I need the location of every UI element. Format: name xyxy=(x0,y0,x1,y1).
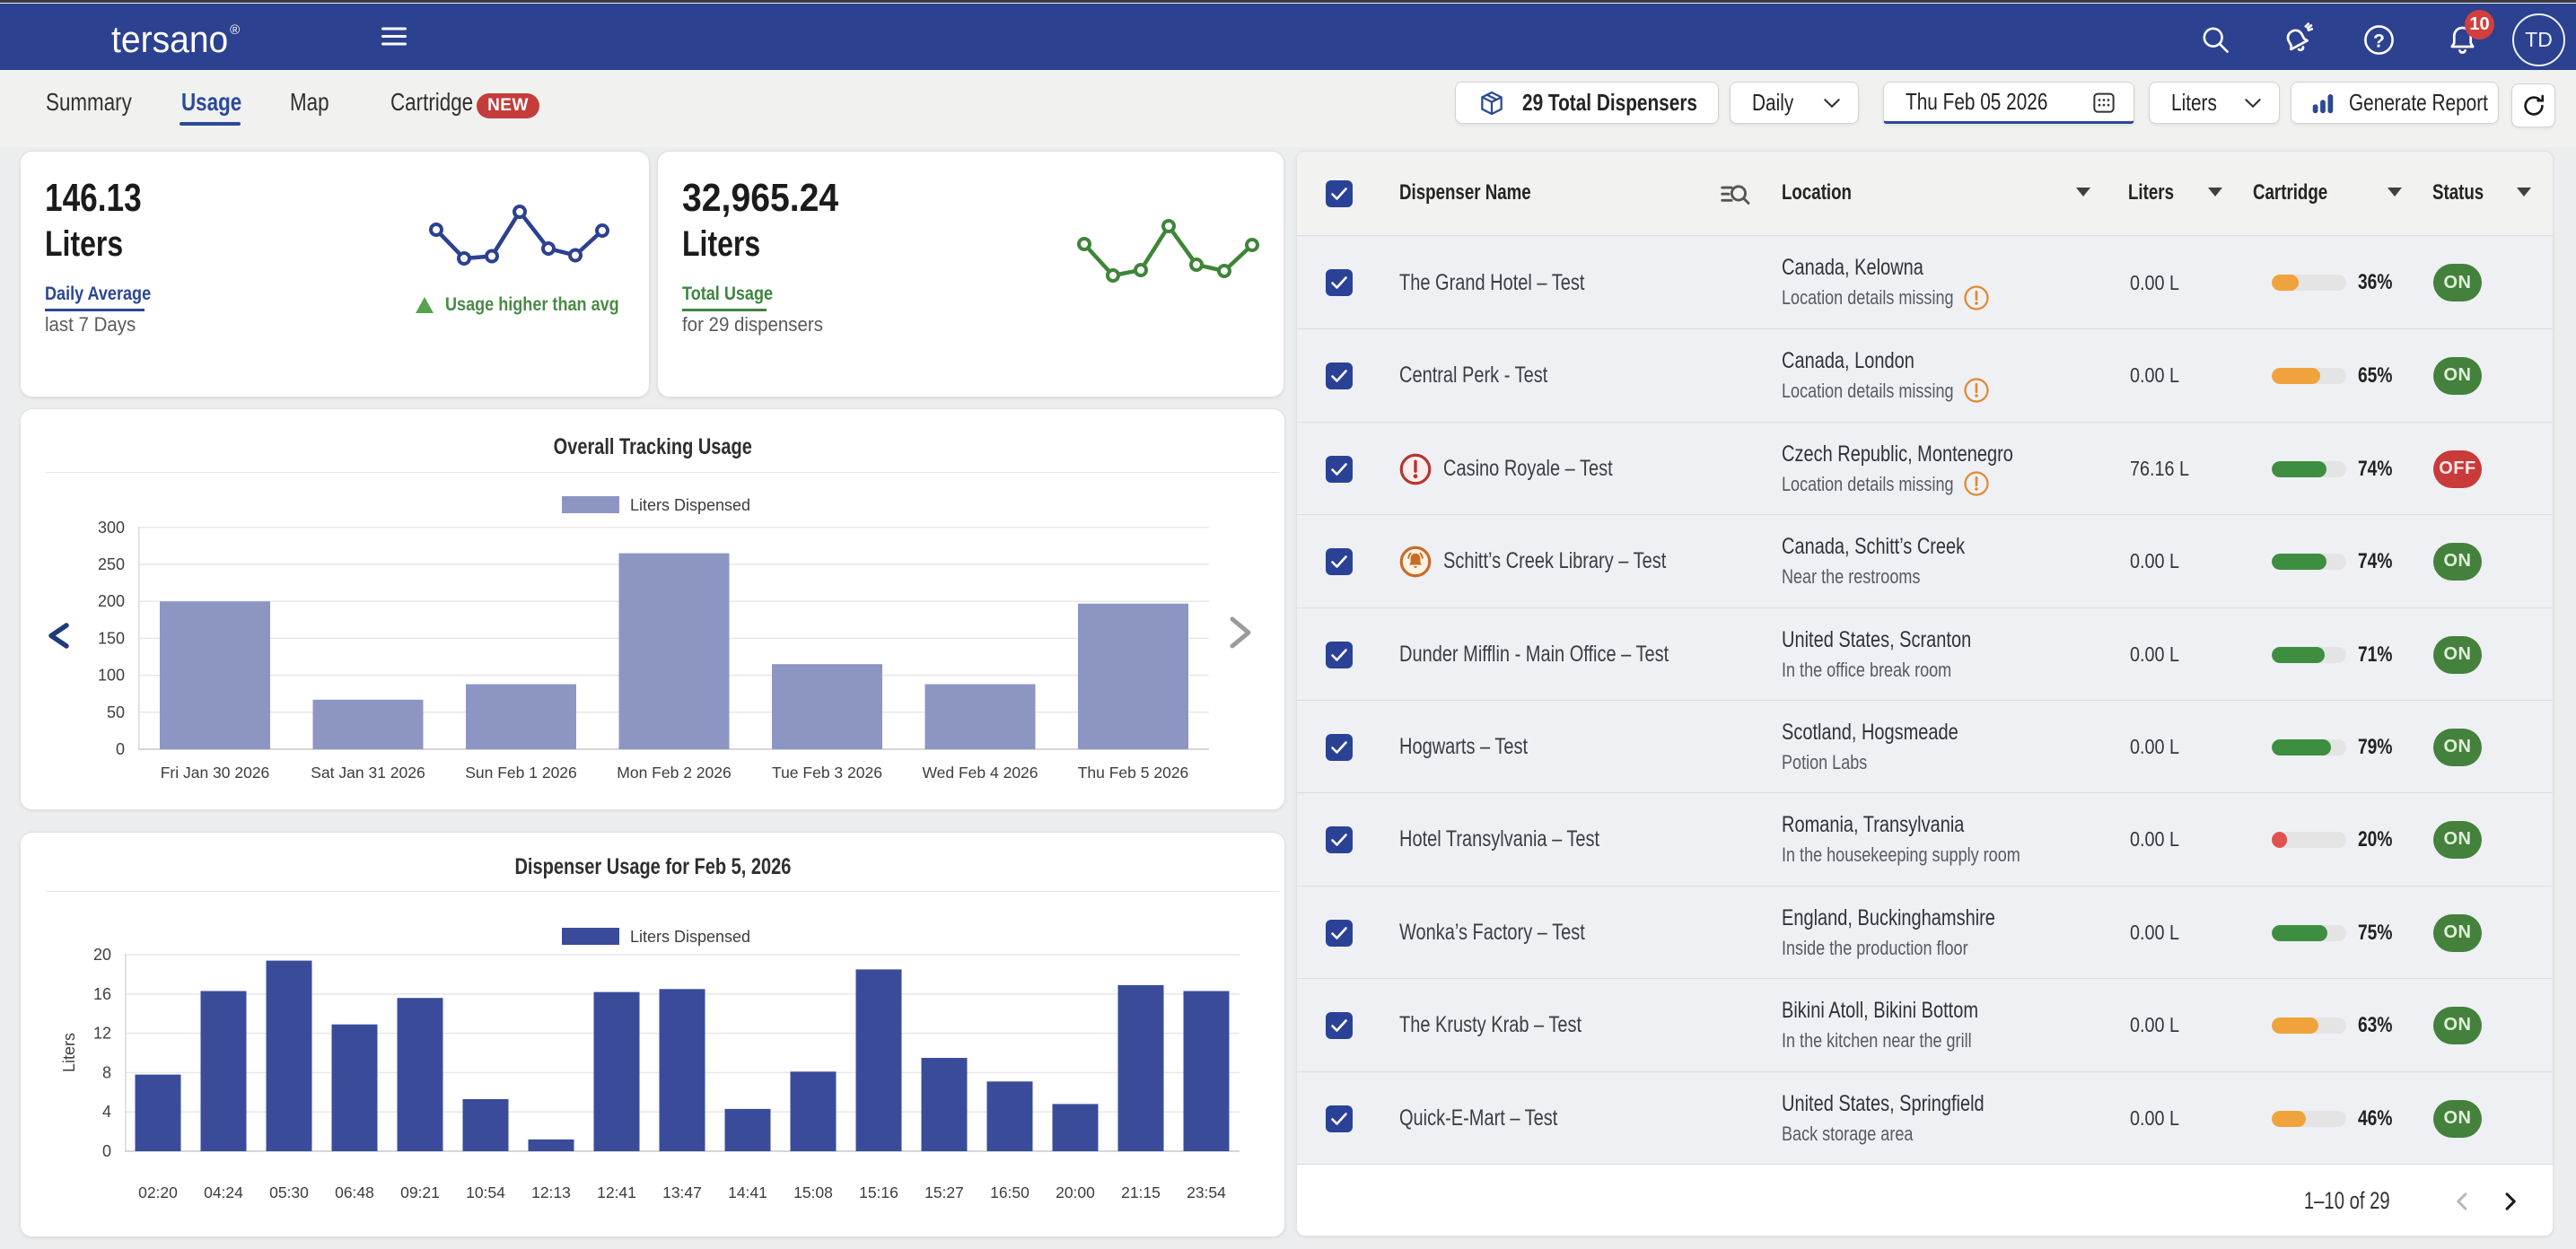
svg-text:21:15: 21:15 xyxy=(1121,1183,1161,1201)
svg-text:13:47: 13:47 xyxy=(662,1183,702,1201)
svg-text:04:24: 04:24 xyxy=(204,1183,243,1201)
svg-text:09:21: 09:21 xyxy=(400,1183,440,1201)
svg-text:14:41: 14:41 xyxy=(728,1183,767,1201)
svg-text:20: 20 xyxy=(93,946,111,964)
svg-text:Liters Dispensed: Liters Dispensed xyxy=(630,928,750,946)
svg-text:250: 250 xyxy=(98,555,125,573)
svg-text:Fri Jan 30 2026: Fri Jan 30 2026 xyxy=(161,764,270,782)
svg-text:Liters Dispensed: Liters Dispensed xyxy=(630,496,750,514)
svg-text:12: 12 xyxy=(93,1025,111,1043)
svg-text:4: 4 xyxy=(102,1103,111,1121)
svg-text:Thu Feb 5 2026: Thu Feb 5 2026 xyxy=(1078,764,1189,782)
svg-text:15:16: 15:16 xyxy=(859,1183,898,1201)
svg-text:20:00: 20:00 xyxy=(1056,1183,1095,1201)
svg-text:200: 200 xyxy=(98,592,125,610)
svg-text:50: 50 xyxy=(107,703,125,721)
svg-text:Sun Feb 1 2026: Sun Feb 1 2026 xyxy=(465,764,577,782)
svg-text:150: 150 xyxy=(98,629,125,647)
svg-text:8: 8 xyxy=(102,1063,111,1081)
svg-text:0: 0 xyxy=(116,740,125,758)
svg-text:05:30: 05:30 xyxy=(269,1183,309,1201)
svg-text:300: 300 xyxy=(98,519,125,537)
svg-text:16:50: 16:50 xyxy=(990,1183,1030,1201)
svg-text:Tue Feb 3 2026: Tue Feb 3 2026 xyxy=(772,764,882,782)
svg-text:06:48: 06:48 xyxy=(335,1183,374,1201)
svg-text:15:27: 15:27 xyxy=(924,1183,964,1201)
svg-text:02:20: 02:20 xyxy=(138,1183,178,1201)
svg-text:15:08: 15:08 xyxy=(793,1183,833,1201)
svg-text:16: 16 xyxy=(93,985,111,1003)
svg-text:12:13: 12:13 xyxy=(531,1183,571,1201)
svg-text:0: 0 xyxy=(102,1142,111,1160)
svg-text:Liters: Liters xyxy=(60,1033,78,1072)
svg-text:100: 100 xyxy=(98,667,125,685)
svg-text:Wed Feb 4 2026: Wed Feb 4 2026 xyxy=(922,764,1038,782)
svg-text:23:54: 23:54 xyxy=(1187,1183,1226,1201)
svg-text:Mon Feb 2 2026: Mon Feb 2 2026 xyxy=(617,764,731,782)
svg-text:10:54: 10:54 xyxy=(466,1183,505,1201)
svg-text:12:41: 12:41 xyxy=(597,1183,636,1201)
svg-text:Sat Jan 31 2026: Sat Jan 31 2026 xyxy=(311,764,425,782)
svg-text:?: ? xyxy=(2373,31,2385,51)
